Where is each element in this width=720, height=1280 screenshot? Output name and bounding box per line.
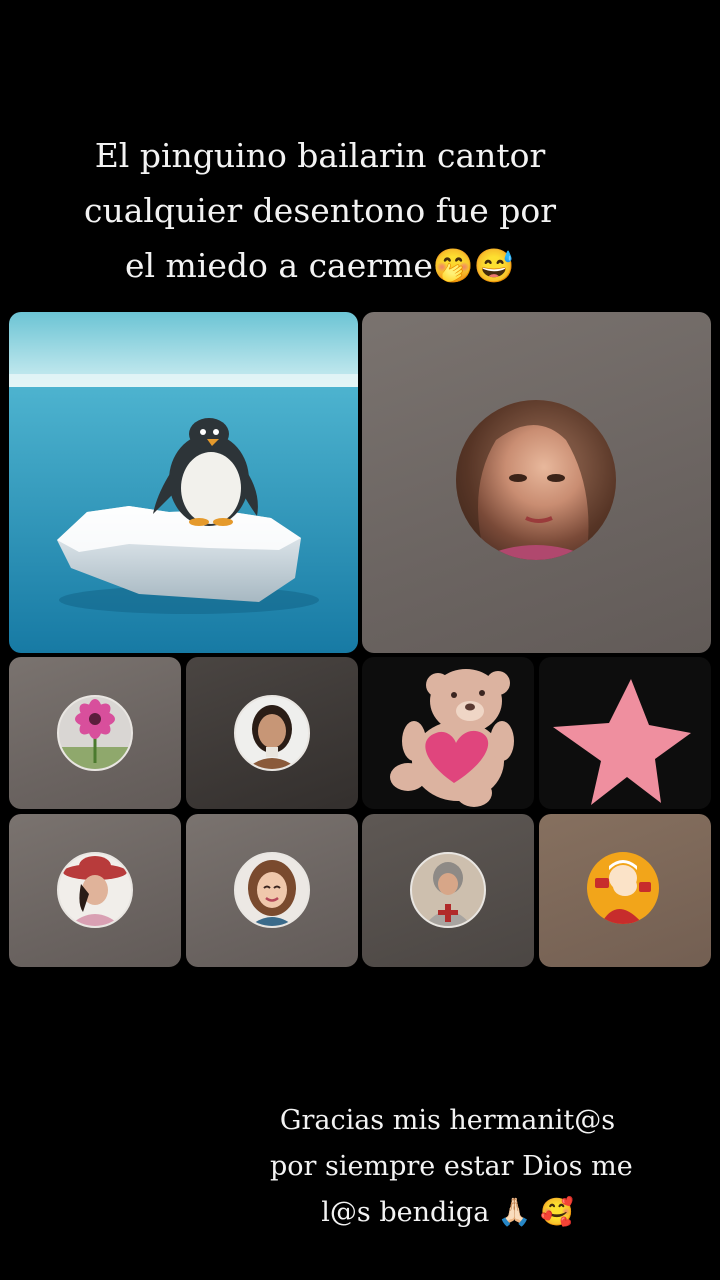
top-caption-line: El pinguino bailarin cantor <box>94 136 546 175</box>
knight-avatar-icon <box>410 852 486 928</box>
pink-star-icon <box>553 679 691 805</box>
live-collage: El pinguino bailarin cantor cualquier de… <box>0 0 720 1280</box>
flower-avatar-icon <box>57 695 133 771</box>
participant-tile-host[interactable] <box>362 312 711 653</box>
woman-avatar-icon <box>456 400 616 560</box>
bottom-caption-line: l@s bendiga 🙏🏻 🥰 <box>321 1197 574 1228</box>
teddy-bear-heart-icon <box>390 669 514 807</box>
participant-tile-penguin[interactable] <box>9 312 358 653</box>
popeye-avatar-icon <box>587 852 659 924</box>
woman-hat-avatar-icon <box>57 852 133 928</box>
bottom-caption-line: por siempre estar Dios me <box>270 1151 633 1182</box>
bottom-caption-line: Gracias mis hermanit@s <box>279 1105 616 1136</box>
woman-avatar-icon <box>234 695 310 771</box>
top-caption-line: el miedo a caerme🤭😅 <box>124 246 516 285</box>
participant-tile-knight[interactable] <box>362 814 534 967</box>
bottom-caption: Gracias mis hermanit@s por siempre estar… <box>270 1098 633 1236</box>
participant-tile-star[interactable] <box>539 657 711 809</box>
participant-tile-cartoon-woman[interactable] <box>186 814 358 967</box>
top-caption: El pinguino bailarin cantor cualquier de… <box>60 128 580 293</box>
participant-tile-teddy[interactable] <box>362 657 534 809</box>
participant-tile-woman-brown[interactable] <box>186 657 358 809</box>
penguin-on-iceberg-icon <box>9 312 358 653</box>
top-caption-line: cualquier desentono fue por <box>83 191 557 230</box>
participant-tile-flower[interactable] <box>9 657 181 809</box>
participant-tile-popeye[interactable] <box>539 814 711 967</box>
participant-tile-woman-hat[interactable] <box>9 814 181 967</box>
cartoon-woman-avatar-icon <box>234 852 310 928</box>
